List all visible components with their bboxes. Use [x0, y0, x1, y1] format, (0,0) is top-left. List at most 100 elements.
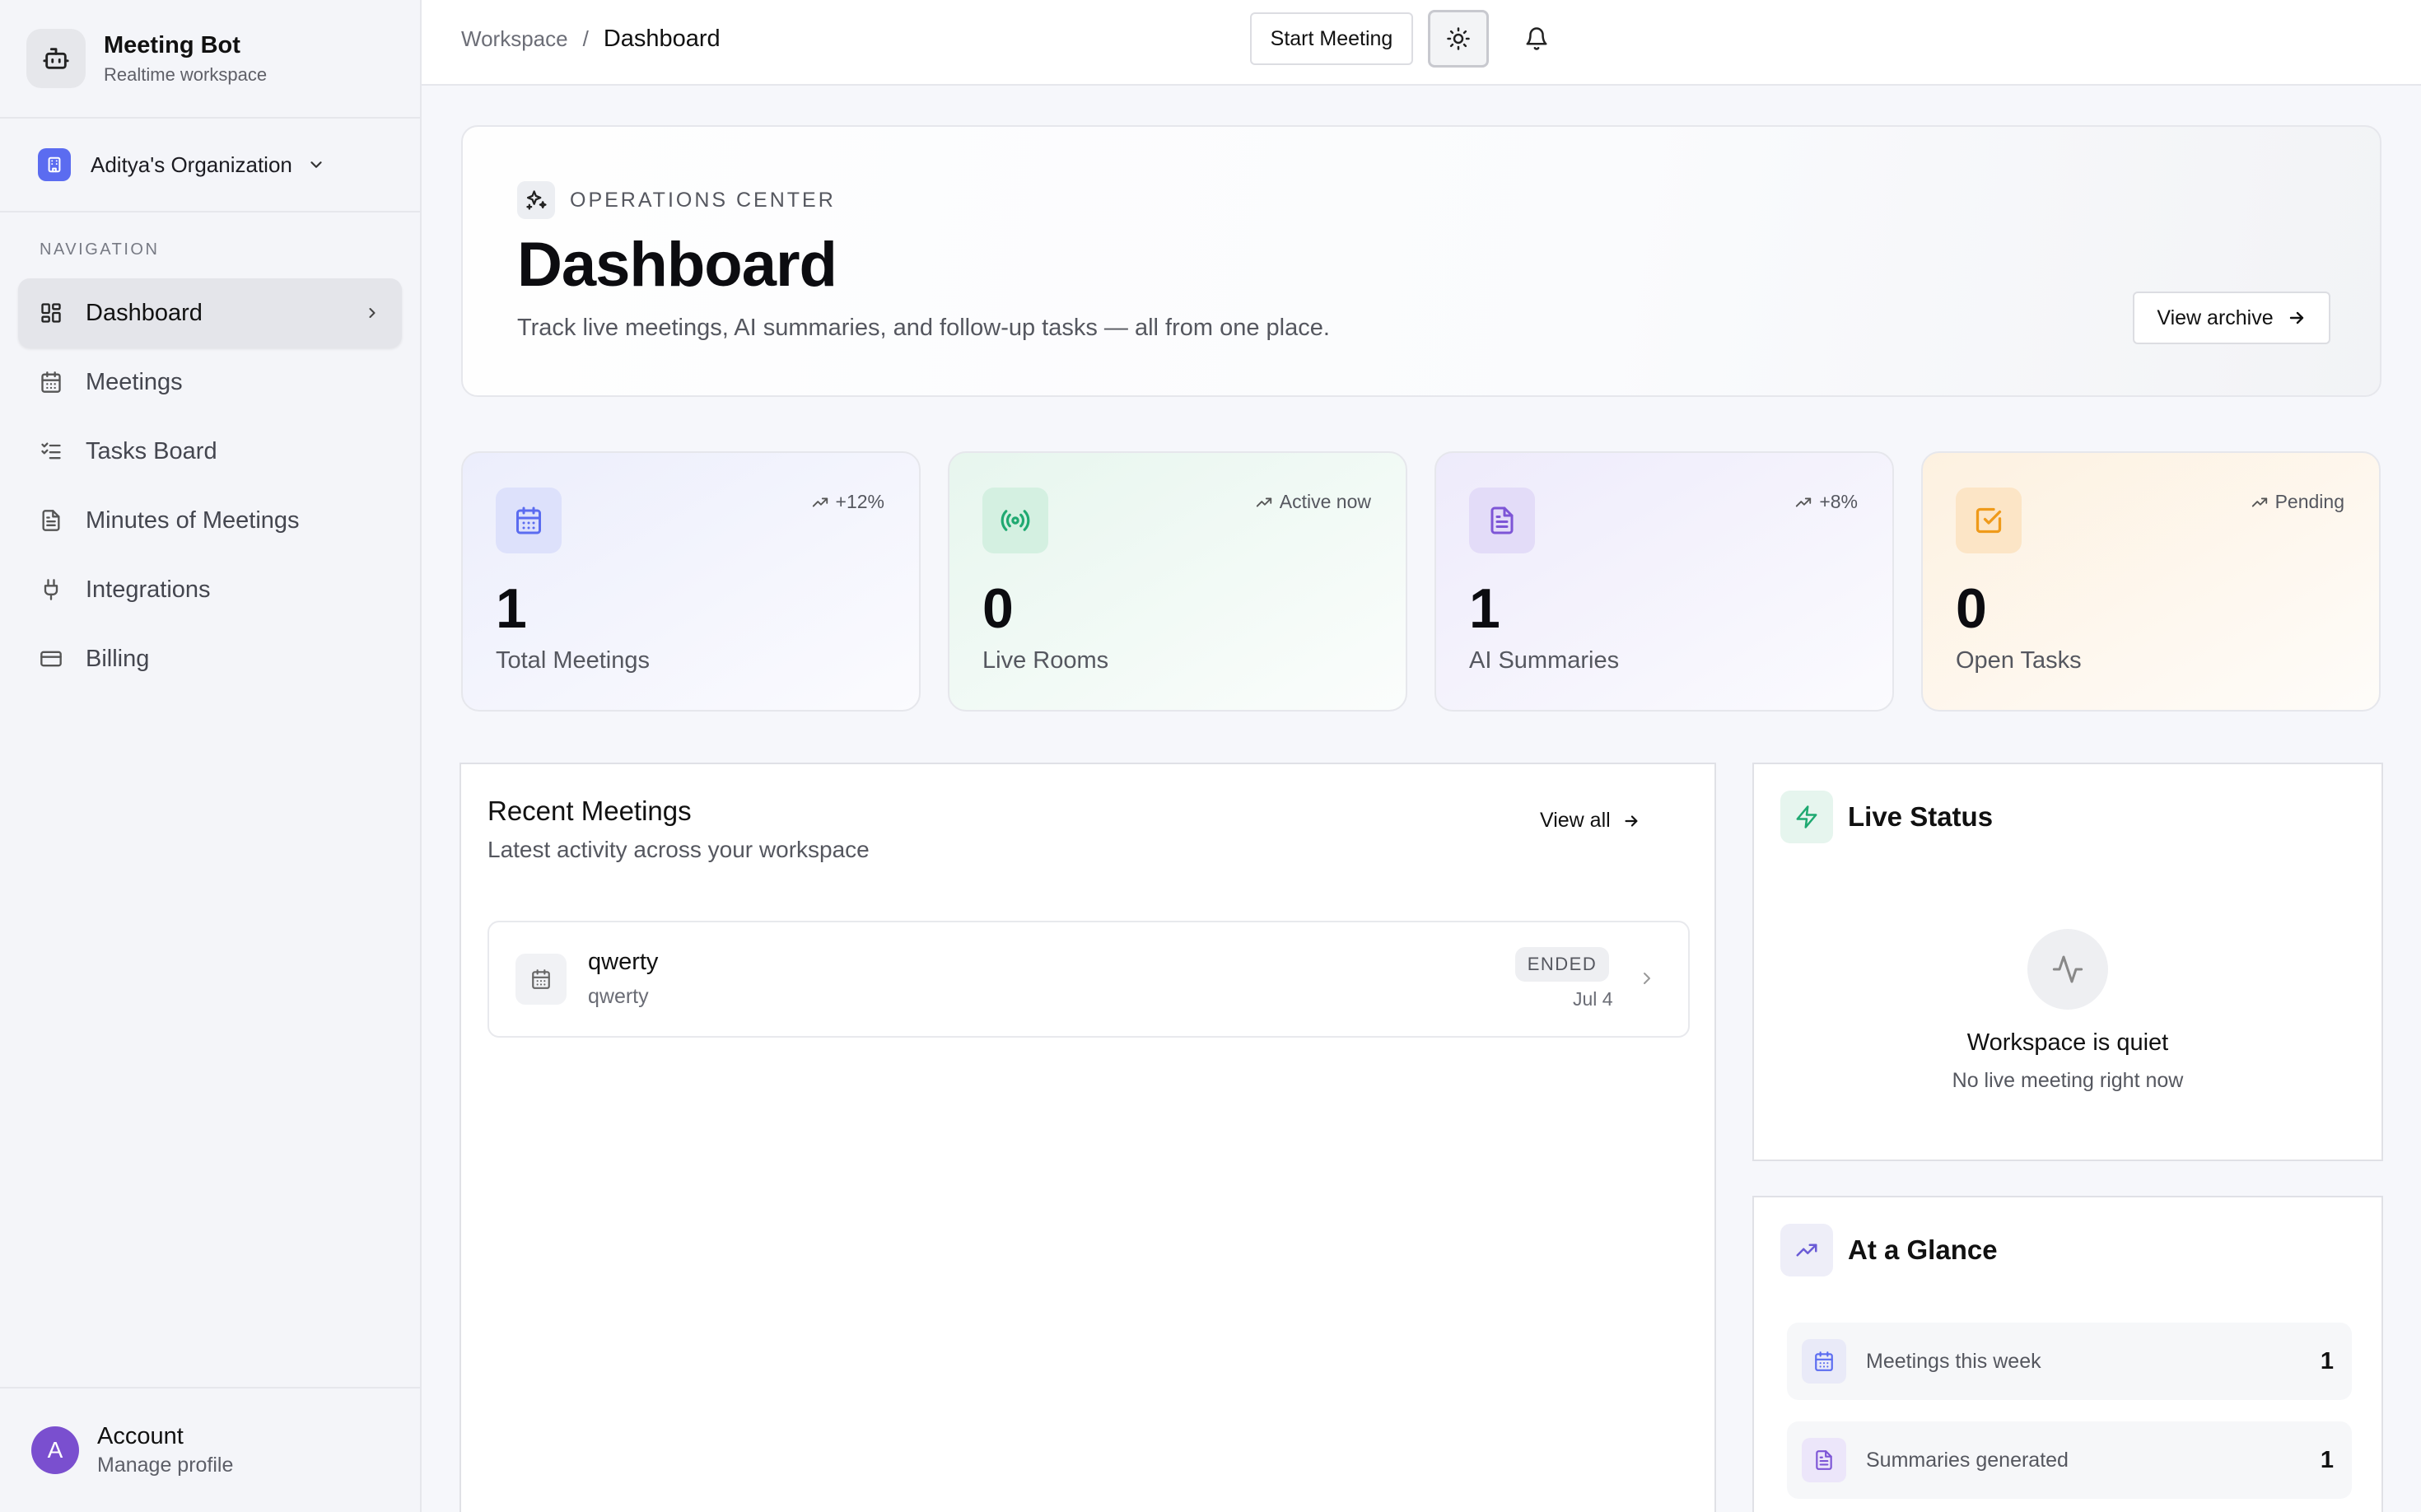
- meeting-date: Jul 4: [1573, 988, 1613, 1010]
- sidebar-item-label: Minutes of Meetings: [86, 506, 300, 534]
- nav-heading: NAVIGATION: [40, 240, 160, 259]
- check-square-icon: [1956, 488, 2022, 553]
- sidebar-item-label: Billing: [86, 645, 150, 672]
- trending-up-icon: [1794, 493, 1819, 511]
- sidebar-item-meetings[interactable]: Meetings: [18, 348, 402, 417]
- glance-label: Summaries generated: [1866, 1448, 2069, 1472]
- trending-up-icon: [1255, 493, 1280, 511]
- stat-trend: +12%: [811, 491, 884, 513]
- recent-meetings-subtitle: Latest activity across your workspace: [487, 837, 870, 862]
- activity-icon: [2027, 929, 2108, 1010]
- stat-label: Total Meetings: [496, 647, 650, 674]
- stat-card-total-meetings[interactable]: +12% 1 Total Meetings: [461, 451, 921, 712]
- glance-row-summaries: Summaries generated 1: [1787, 1421, 2352, 1499]
- avatar: A: [31, 1426, 79, 1474]
- view-archive-label: View archive: [2157, 306, 2274, 329]
- chevron-right-icon: [364, 305, 380, 321]
- page-subtitle: Track live meetings, AI summaries, and f…: [517, 315, 1330, 341]
- checklist-icon: [40, 440, 63, 463]
- account-subtitle: Manage profile: [97, 1454, 234, 1477]
- glance-row-meetings: Meetings this week 1: [1787, 1323, 2352, 1400]
- sidebar-item-minutes[interactable]: Minutes of Meetings: [18, 486, 402, 555]
- stat-trend: Active now: [1255, 491, 1371, 513]
- sidebar-item-label: Integrations: [86, 576, 211, 603]
- recent-meetings-panel: Recent Meetings Latest activity across y…: [459, 763, 1716, 1512]
- calendar-icon: [1802, 1339, 1846, 1384]
- sidebar-item-integrations[interactable]: Integrations: [18, 555, 402, 624]
- sidebar-item-tasks-board[interactable]: Tasks Board: [18, 417, 402, 486]
- stat-trend-text: +12%: [835, 491, 884, 512]
- credit-card-icon: [40, 647, 63, 670]
- empty-state-subtitle: No live meeting right now: [1952, 1069, 2184, 1092]
- arrow-right-icon: [2274, 308, 2307, 328]
- stat-value: 1: [1469, 577, 1500, 640]
- document-icon: [1802, 1438, 1846, 1482]
- view-archive-button[interactable]: View archive: [2133, 292, 2330, 344]
- stat-value: 0: [982, 577, 1014, 640]
- meeting-title: qwerty: [588, 949, 659, 975]
- sidebar-item-label: Tasks Board: [86, 437, 217, 464]
- sidebar-item-dashboard[interactable]: Dashboard: [18, 278, 402, 348]
- glance-label: Meetings this week: [1866, 1349, 2041, 1373]
- breadcrumb-workspace[interactable]: Workspace: [461, 26, 568, 52]
- live-status-panel: Live Status Workspace is quiet No live m…: [1752, 763, 2383, 1161]
- recent-meetings-title: Recent Meetings: [487, 796, 692, 826]
- org-name: Aditya's Organization: [91, 152, 292, 177]
- topbar: Workspace / Dashboard Start Meeting: [422, 0, 2421, 86]
- at-a-glance-title: At a Glance: [1848, 1234, 1998, 1265]
- sun-icon: [1446, 26, 1471, 51]
- document-icon: [1469, 488, 1535, 553]
- stat-value: 0: [1956, 577, 1987, 640]
- bot-icon: [26, 29, 86, 88]
- chevron-right-icon: [1637, 968, 1657, 988]
- arrow-right-icon: [1611, 812, 1640, 830]
- stat-card-ai-summaries[interactable]: +8% 1 AI Summaries: [1434, 451, 1894, 712]
- meeting-subtitle: qwerty: [588, 985, 649, 1008]
- stat-label: Open Tasks: [1956, 647, 2082, 674]
- account-menu[interactable]: A Account Manage profile: [0, 1387, 420, 1512]
- trending-up-icon: [811, 493, 836, 511]
- plug-icon: [40, 578, 63, 601]
- hero-eyebrow: OPERATIONS CENTER: [570, 188, 836, 212]
- list-item[interactable]: qwerty qwerty ENDED Jul 4: [487, 921, 1690, 1038]
- grid-icon: [40, 301, 63, 324]
- stat-value: 1: [496, 577, 527, 640]
- stat-trend: +8%: [1794, 491, 1858, 513]
- breadcrumb-separator: /: [582, 26, 589, 51]
- trending-up-icon: [1780, 1224, 1833, 1276]
- sidebar-item-label: Dashboard: [86, 299, 203, 326]
- brand[interactable]: Meeting Bot Realtime workspace: [0, 0, 420, 119]
- zap-icon: [1780, 791, 1833, 843]
- org-switcher[interactable]: Aditya's Organization: [0, 119, 420, 212]
- at-a-glance-panel: At a Glance Meetings this week 1 Summari…: [1752, 1196, 2383, 1512]
- empty-state-title: Workspace is quiet: [1966, 1029, 2169, 1056]
- document-icon: [40, 509, 63, 532]
- glance-value: 1: [2320, 1446, 2334, 1473]
- breadcrumb-current: Dashboard: [603, 25, 721, 52]
- stat-trend-text: Pending: [2274, 491, 2344, 512]
- stat-label: AI Summaries: [1469, 647, 1620, 674]
- account-name: Account: [97, 1423, 184, 1449]
- sidebar-item-billing[interactable]: Billing: [18, 624, 402, 693]
- stat-trend: Pending: [2251, 491, 2344, 513]
- view-all-button[interactable]: View all: [1540, 809, 1640, 833]
- building-icon: [38, 148, 71, 181]
- sparkles-icon: [517, 181, 555, 219]
- calendar-icon: [40, 371, 63, 394]
- status-badge: ENDED: [1515, 947, 1609, 982]
- theme-toggle-button[interactable]: [1428, 10, 1489, 68]
- notifications-button[interactable]: [1510, 13, 1563, 64]
- glance-value: 1: [2320, 1347, 2334, 1374]
- brand-subtitle: Realtime workspace: [104, 63, 268, 85]
- trending-up-icon: [2251, 493, 2275, 511]
- start-meeting-button[interactable]: Start Meeting: [1250, 12, 1413, 65]
- view-all-label: View all: [1540, 809, 1611, 832]
- stat-card-live-rooms[interactable]: Active now 0 Live Rooms: [948, 451, 1407, 712]
- stat-label: Live Rooms: [982, 647, 1109, 674]
- broadcast-icon: [982, 488, 1048, 553]
- calendar-icon: [515, 954, 567, 1005]
- live-status-title: Live Status: [1848, 801, 1994, 832]
- nav-list: Dashboard Meetings Tasks Board Minutes o…: [18, 278, 402, 693]
- stat-card-open-tasks[interactable]: Pending 0 Open Tasks: [1921, 451, 2381, 712]
- stat-trend-text: +8%: [1819, 491, 1858, 512]
